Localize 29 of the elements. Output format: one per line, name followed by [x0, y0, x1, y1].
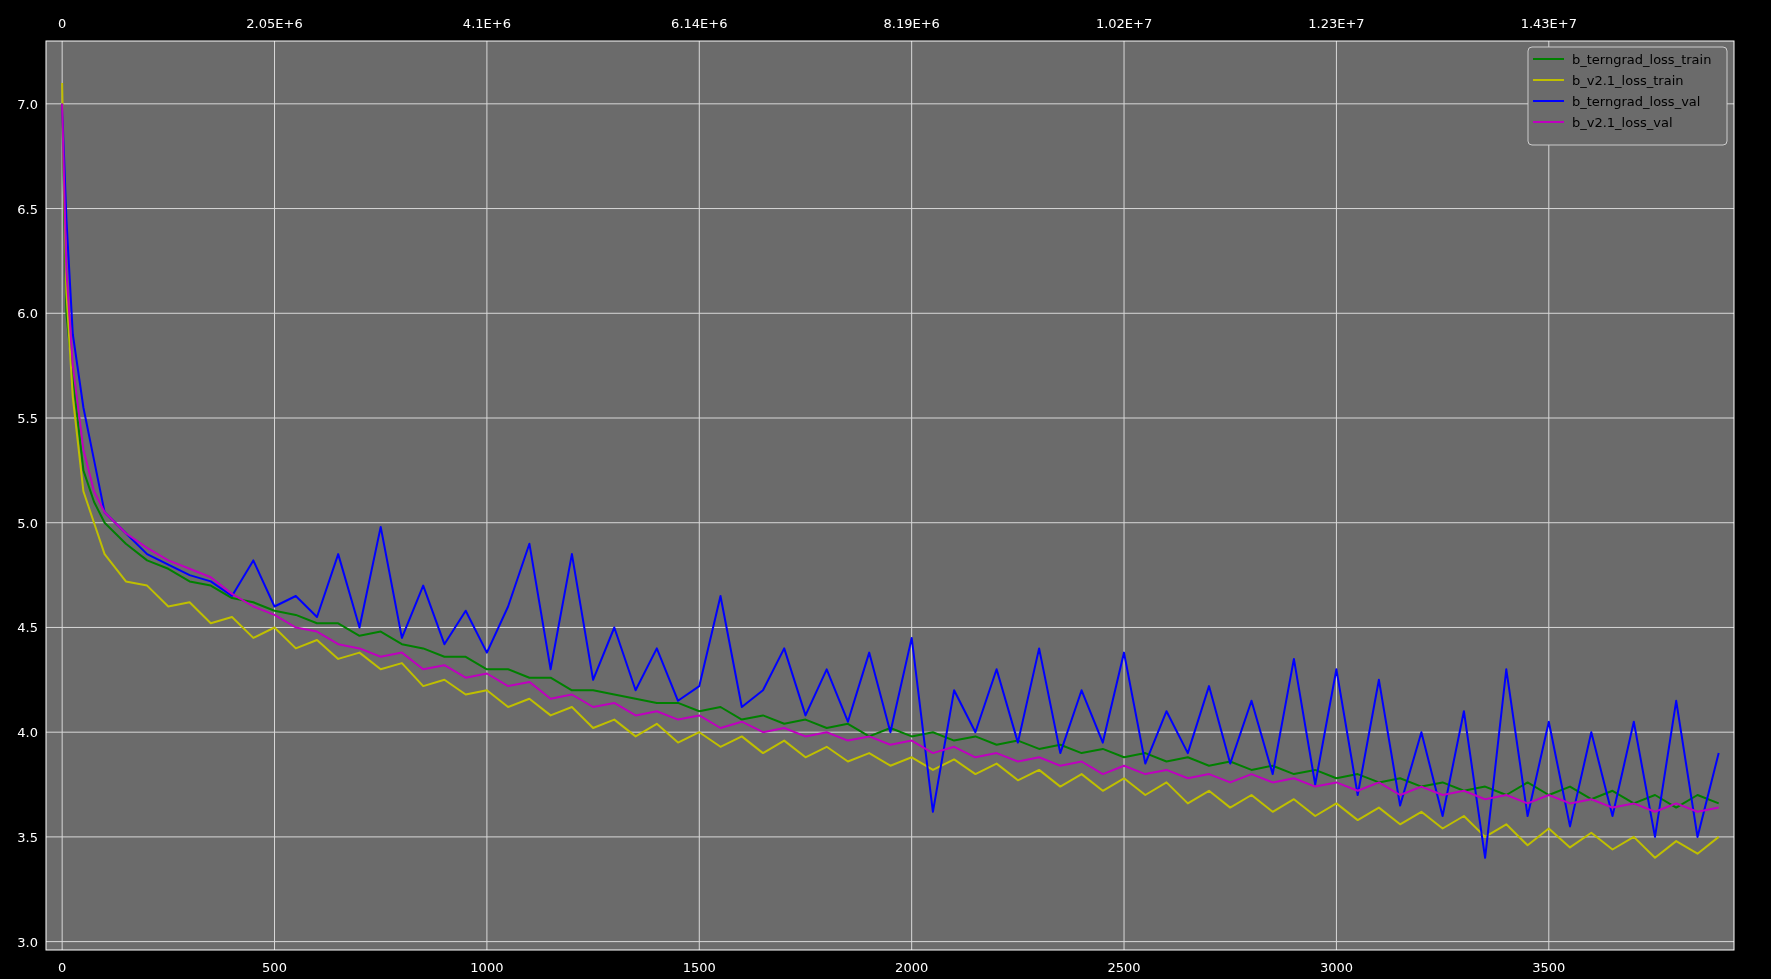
legend-label: b_v2.1_loss_val: [1572, 115, 1673, 130]
legend-label: b_terngrad_loss_val: [1572, 94, 1701, 109]
top-tick-label: 4.1E+6: [462, 16, 511, 31]
x-tick-label: 0: [58, 960, 67, 975]
y-tick-label: 5.5: [17, 411, 38, 426]
top-tick-label: 0: [58, 16, 67, 31]
y-tick-label: 5.0: [17, 515, 38, 531]
x-tick-label: 2500: [1107, 960, 1141, 975]
y-tick-label: 6.5: [17, 201, 38, 217]
y-tick-label: 6.0: [17, 306, 38, 322]
y-tick-label: 4.5: [17, 620, 38, 636]
y-tick-label: 4.0: [17, 725, 38, 741]
y-tick-label: 7.0: [17, 96, 38, 112]
x-tick-label: 3000: [1319, 960, 1353, 975]
x-tick-label: 3500: [1532, 960, 1566, 975]
y-tick-label: 3.5: [17, 829, 38, 845]
legend-label: b_v2.1_loss_train: [1572, 73, 1684, 88]
x-tick-label: 1500: [682, 960, 716, 975]
y-tick-label: 3.0: [17, 934, 38, 950]
x-tick-label: 1000: [470, 960, 504, 975]
top-tick-label: 1.43E+7: [1520, 16, 1577, 31]
top-tick-label: 6.14E+6: [671, 16, 728, 31]
legend-label: b_terngrad_loss_train: [1572, 52, 1712, 67]
x-tick-label: 500: [262, 960, 287, 975]
top-tick-label: 2.05E+6: [246, 16, 303, 31]
x-tick-label: 2000: [895, 960, 929, 975]
top-tick-label: 1.02E+7: [1095, 16, 1153, 31]
top-tick-label: 1.23E+7: [1308, 16, 1365, 31]
top-tick-label: 8.19E+6: [883, 16, 940, 31]
